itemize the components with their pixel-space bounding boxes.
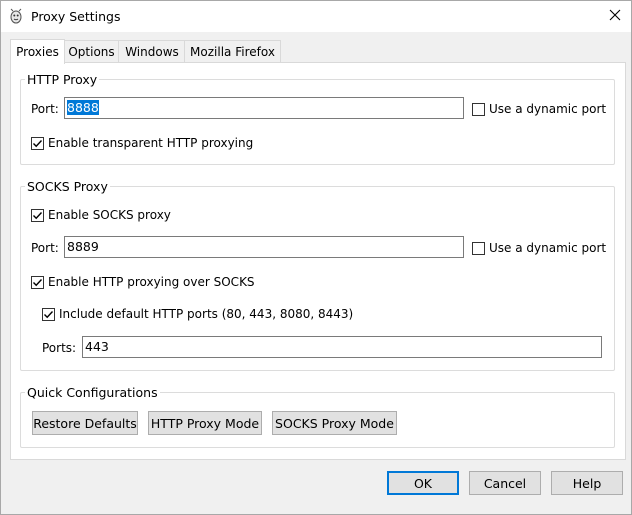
socks-proxy-mode-label: SOCKS Proxy Mode: [275, 415, 394, 431]
ports-input[interactable]: 443: [82, 336, 602, 358]
enable-socks-checkbox[interactable]: [31, 209, 44, 222]
http-proxy-mode-label: HTTP Proxy Mode: [150, 415, 260, 431]
checkmark-icon: [44, 311, 54, 319]
socks-dynamic-port-label: Use a dynamic port: [489, 241, 607, 255]
tab-mozilla-firefox-label: Mozilla Firefox: [190, 45, 275, 59]
transparent-proxy-label: Enable transparent HTTP proxying: [48, 136, 254, 150]
socks-port-value: 8889: [67, 239, 99, 254]
tab-proxies-label: Proxies: [16, 45, 59, 59]
tab-windows-label: Windows: [125, 45, 179, 59]
cancel-button[interactable]: Cancel: [469, 471, 541, 495]
http-proxy-legend: HTTP Proxy: [25, 72, 100, 87]
enable-socks-label: Enable SOCKS proxy: [48, 208, 171, 222]
transparent-proxy-checkbox[interactable]: [31, 137, 44, 150]
tab-options-label: Options: [68, 45, 115, 59]
http-port-value: 8888: [67, 100, 99, 115]
app-icon: [8, 8, 24, 24]
socks-port-label: Port:: [31, 241, 59, 255]
help-button[interactable]: Help: [551, 471, 623, 495]
restore-defaults-button[interactable]: Restore Defaults: [32, 411, 138, 435]
include-default-ports-label: Include default HTTP ports (80, 443, 808…: [59, 307, 354, 321]
close-button[interactable]: [599, 1, 631, 32]
socks-proxy-legend: SOCKS Proxy: [25, 179, 110, 194]
http-port-label: Port:: [31, 102, 59, 116]
http-over-socks-checkbox[interactable]: [31, 276, 44, 289]
http-proxy-group: [20, 79, 615, 165]
ports-label: Ports:: [42, 341, 77, 355]
title-bar: Proxy Settings: [1, 1, 631, 32]
ok-button[interactable]: OK: [387, 471, 459, 495]
proxy-settings-window: Proxy Settings Proxies Options Windows M…: [0, 0, 632, 515]
checkmark-icon: [33, 279, 43, 287]
tab-proxies[interactable]: Proxies: [10, 39, 65, 64]
socks-dynamic-port-checkbox[interactable]: [472, 242, 485, 255]
socks-port-input[interactable]: 8889: [64, 236, 464, 258]
restore-defaults-label: Restore Defaults: [33, 415, 137, 431]
tab-options[interactable]: Options: [63, 40, 120, 63]
http-dynamic-port-checkbox[interactable]: [472, 103, 485, 116]
ports-value: 443: [85, 339, 109, 354]
quick-config-legend: Quick Configurations: [25, 385, 160, 400]
checkmark-icon: [33, 212, 43, 220]
cancel-label: Cancel: [483, 475, 527, 491]
close-icon: [609, 9, 621, 24]
http-proxy-mode-button[interactable]: HTTP Proxy Mode: [148, 411, 262, 435]
tab-windows[interactable]: Windows: [118, 40, 186, 63]
socks-proxy-mode-button[interactable]: SOCKS Proxy Mode: [272, 411, 397, 435]
http-dynamic-port-label: Use a dynamic port: [489, 102, 607, 116]
checkmark-icon: [33, 140, 43, 148]
tab-mozilla-firefox[interactable]: Mozilla Firefox: [184, 40, 281, 63]
http-port-input[interactable]: 8888: [64, 97, 464, 119]
include-default-ports-checkbox[interactable]: [42, 308, 55, 321]
ok-label: OK: [413, 475, 433, 491]
window-title: Proxy Settings: [31, 9, 121, 24]
help-label: Help: [572, 475, 602, 491]
http-over-socks-label: Enable HTTP proxying over SOCKS: [48, 275, 255, 289]
